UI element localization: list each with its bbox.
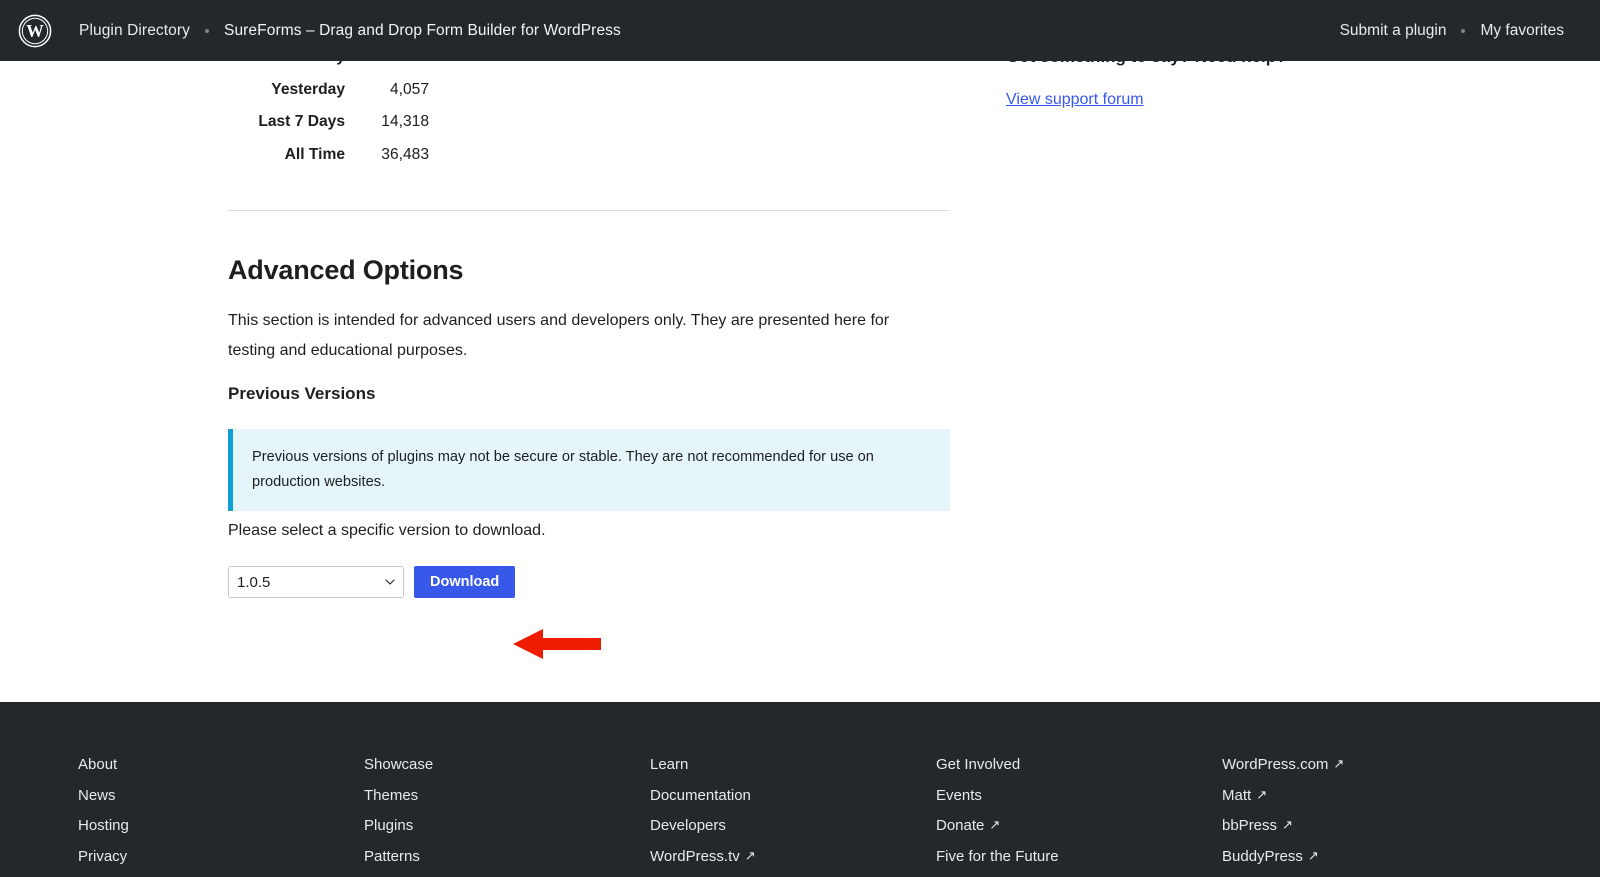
version-select[interactable]: 1.0.5 (228, 566, 404, 598)
stats-label: Last 7 Days (258, 113, 345, 130)
footer-link-label: bbPress (1222, 817, 1278, 834)
footer-link[interactable]: Hosting (78, 811, 364, 842)
footer-column: Showcase Themes Plugins Patterns (364, 750, 650, 872)
footer-link-label: Learn (650, 756, 689, 773)
footer-link[interactable]: BuddyPress ↗ (1222, 842, 1508, 873)
view-support-forum-link[interactable]: View support forum (1006, 91, 1144, 109)
external-link-icon: ↗ (1282, 817, 1293, 832)
wordpress-logo-icon[interactable]: W (18, 14, 52, 48)
footer-link-label: BuddyPress (1222, 847, 1303, 865)
download-stats-table: Today 555 Yesterday 4,057 Last 7 Days 14… (228, 48, 608, 178)
external-link-icon: ↗ (1307, 847, 1319, 863)
footer-link-label: Showcase (364, 756, 434, 773)
external-link-icon: ↗ (989, 817, 1001, 832)
footer-link-label: Get Involved (936, 756, 1021, 773)
footer-link[interactable]: News (78, 781, 364, 812)
footer-link[interactable]: About (78, 750, 364, 781)
page-root: W Plugin Directory SureForms – Drag and … (0, 0, 1600, 877)
footer-column: Learn Documentation Developers WordPress… (650, 750, 936, 872)
footer-link-label: About (78, 756, 118, 773)
footer-link-label: Donate (936, 817, 985, 834)
breadcrumb-separator-dot (205, 28, 210, 33)
footer-link[interactable]: WordPress.tv ↗ (650, 842, 936, 873)
footer-link-label: Privacy (78, 847, 128, 865)
footer-link-label: Patterns (364, 847, 420, 865)
breadcrumb-current-plugin: SureForms – Drag and Drop Form Builder f… (224, 21, 621, 39)
stats-value: 4,057 (389, 80, 429, 98)
footer-link[interactable]: Get Involved (936, 750, 1222, 781)
footer-link[interactable]: Matt ↗ (1222, 781, 1508, 812)
svg-text:W: W (26, 21, 44, 41)
breadcrumb: Plugin Directory SureForms – Drag and Dr… (79, 22, 621, 40)
footer-link[interactable]: Developers (650, 811, 936, 842)
external-link-icon: ↗ (1256, 786, 1268, 802)
table-row: Yesterday 4,057 (228, 81, 608, 114)
footer-column: About News Hosting Privacy (78, 750, 364, 872)
footer-link-label: Themes (364, 786, 419, 804)
advanced-description: This section is intended for advanced us… (228, 312, 890, 359)
download-controls: 1.0.5 Download (228, 566, 516, 598)
footer-link[interactable]: Events (936, 781, 1222, 812)
section-divider (228, 210, 950, 211)
previous-versions-warning-notice: Previous versions of plugins may not be … (228, 429, 950, 511)
footer-link[interactable]: Themes (364, 781, 650, 812)
footer-link-label: WordPress.com (1222, 756, 1329, 773)
footer-column: Get Involved Events Donate ↗ Five for the… (936, 750, 1222, 872)
footer-link[interactable]: Showcase (364, 750, 650, 781)
footer-link[interactable]: Learn (650, 750, 936, 781)
footer-link-label: Plugins (364, 817, 414, 834)
breadcrumb-plugin-directory[interactable]: Plugin Directory (79, 22, 190, 40)
notice-text: Previous versions of plugins may not be … (252, 449, 874, 490)
footer-link[interactable]: Patterns (364, 842, 650, 873)
footer-link[interactable]: Documentation (650, 781, 936, 812)
footer-link-label: Events (936, 786, 982, 804)
table-row: Last 7 Days 14,318 (228, 113, 608, 146)
previous-versions-heading: Previous Versions (228, 384, 376, 403)
main-content: Today 555 Yesterday 4,057 Last 7 Days 14… (0, 47, 1600, 702)
footer-link-label: News (78, 786, 116, 804)
annotation-arrow-left-icon (513, 627, 601, 661)
site-footer: About News Hosting Privacy Showcase Them… (0, 702, 1600, 877)
footer-link-label: Documentation (650, 786, 751, 804)
footer-link[interactable]: Five for the Future (936, 842, 1222, 873)
submit-a-plugin-link[interactable]: Submit a plugin (1340, 22, 1447, 40)
external-link-icon: ↗ (1333, 756, 1345, 771)
version-select-prompt: Please select a specific version to down… (228, 522, 546, 539)
download-button[interactable]: Download (414, 566, 516, 598)
footer-link[interactable]: Donate ↗ (936, 811, 1222, 842)
footer-link-label: Matt (1222, 786, 1252, 804)
site-masthead: W Plugin Directory SureForms – Drag and … (0, 0, 1600, 61)
footer-link-label: Developers (650, 817, 726, 834)
stats-label: Yesterday (271, 80, 345, 98)
page-title: Advanced Options (228, 255, 464, 285)
footer-link[interactable]: Plugins (364, 811, 650, 842)
footer-link-label: WordPress.tv (650, 847, 740, 865)
footer-columns: About News Hosting Privacy Showcase Them… (78, 750, 1528, 872)
footer-link[interactable]: Privacy (78, 842, 364, 873)
external-link-icon: ↗ (744, 847, 756, 863)
footer-link[interactable]: WordPress.com ↗ (1222, 750, 1508, 781)
my-favorites-link[interactable]: My favorites (1480, 22, 1564, 40)
footer-link-label: Five for the Future (936, 847, 1059, 865)
masthead-separator-dot (1461, 28, 1466, 33)
footer-link-label: Hosting (78, 817, 129, 834)
table-row: All Time 36,483 (228, 146, 608, 179)
footer-link[interactable]: bbPress ↗ (1222, 811, 1508, 842)
footer-column: WordPress.com ↗ Matt ↗ bbPress ↗ BuddyPress… (1222, 750, 1508, 872)
stats-value: 36,483 (381, 145, 429, 163)
stats-label: All Time (284, 145, 345, 163)
masthead-right-nav: Submit a plugin My favorites (1340, 22, 1564, 40)
stats-value: 14,318 (381, 113, 429, 130)
version-select-wrapper: 1.0.5 (228, 566, 404, 598)
